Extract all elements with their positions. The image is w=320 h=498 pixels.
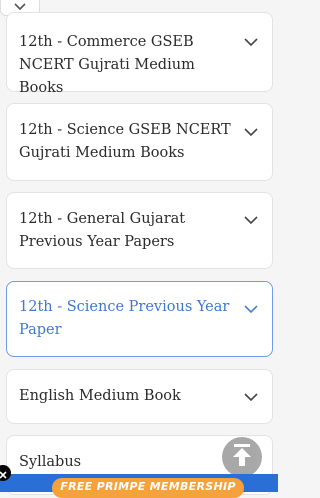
chevron-down-icon — [244, 304, 258, 314]
accordion-item-english-medium-book[interactable]: English Medium Book — [6, 369, 273, 424]
chevron-down-icon — [244, 37, 258, 47]
accordion-item-science-previous-paper[interactable]: 12th - Science Previous Year Paper — [6, 281, 273, 357]
accordion-item-science-gujrati-books[interactable]: 12th - Science GSEB NCERT Gujrati Medium… — [6, 103, 273, 181]
accordion-item-label: 12th - Commerce GSEB NCERT Gujrati Mediu… — [19, 34, 195, 96]
chevron-down-icon — [244, 127, 258, 137]
chevron-down-icon — [244, 215, 258, 225]
accordion-item-label: English Medium Book — [19, 388, 181, 404]
arrow-up-icon — [231, 443, 253, 471]
promo-membership-button[interactable]: FREE PRIMPE MEMBERSHIP — [52, 478, 244, 498]
accordion-item-commerce-gujrati-books[interactable]: 12th - Commerce GSEB NCERT Gujrati Mediu… — [6, 12, 273, 96]
scroll-to-top-button[interactable] — [222, 437, 262, 477]
accordion-item-label: 12th - Science Previous Year Paper — [19, 299, 230, 338]
chevron-down-icon — [244, 392, 258, 402]
accordion-item-label: 12th - Science GSEB NCERT Gujrati Medium… — [19, 122, 231, 161]
accordion-item-label: 12th - General Gujarat Previous Year Pap… — [19, 211, 186, 250]
accordion-item-general-previous-papers[interactable]: 12th - General Gujarat Previous Year Pap… — [6, 192, 273, 269]
promo-label: FREE PRIMPE MEMBERSHIP — [60, 480, 236, 493]
close-icon — [0, 464, 7, 483]
accordion-item-label: Syllabus — [19, 454, 82, 470]
